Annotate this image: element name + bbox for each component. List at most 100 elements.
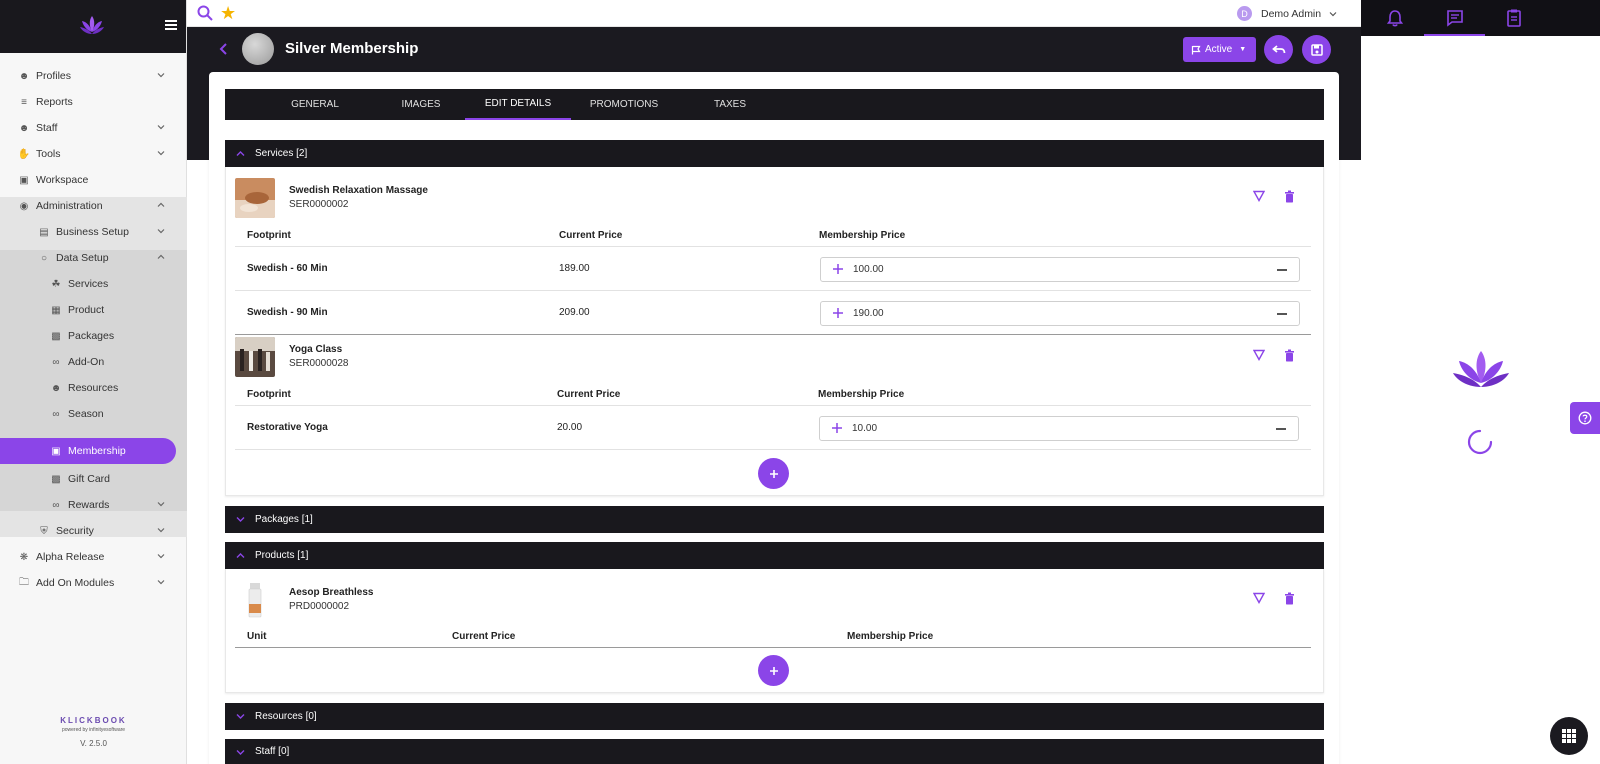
favorite-star-icon[interactable]: ★ [220, 4, 236, 22]
status-dropdown[interactable]: Active ▼ [1183, 37, 1256, 62]
season-icon: ∞ [52, 408, 60, 420]
chevron-up-icon [236, 151, 245, 156]
section-title: Packages [1] [255, 514, 313, 525]
plus-icon [769, 469, 778, 478]
hamburger-menu-icon[interactable] [165, 20, 177, 30]
save-button[interactable] [1302, 35, 1331, 64]
sidebar-item-profiles[interactable]: ☻ Profiles [0, 63, 187, 89]
membership-price-stepper[interactable]: 10.00 [819, 416, 1299, 441]
tab-promotions[interactable]: PROMOTIONS [571, 89, 677, 120]
membership-price-stepper[interactable]: 100.00 [820, 257, 1300, 282]
section-title: Products [1] [255, 550, 309, 561]
sidebar-item-add-on[interactable]: ∞ Add-On [0, 349, 187, 375]
tab-taxes[interactable]: TAXES [677, 89, 783, 120]
lotus-logo-icon [1453, 351, 1509, 387]
service-thumbnail [235, 337, 275, 377]
chevron-down-icon [157, 151, 165, 156]
help-button[interactable] [1570, 402, 1600, 434]
service-name: Swedish Relaxation Massage [289, 185, 428, 196]
sidebar-item-workspace[interactable]: ▣ Workspace [0, 167, 187, 193]
sidebar-item-tools[interactable]: ✋ Tools [0, 141, 187, 167]
sidebar-item-administration[interactable]: ◉ Administration [0, 193, 187, 219]
sidebar-item-business-setup[interactable]: ▤ Business Setup [0, 219, 187, 245]
flag-icon [1191, 45, 1201, 54]
app-grid-button[interactable] [1550, 717, 1588, 755]
filter-icon[interactable] [1253, 190, 1265, 202]
trash-icon[interactable] [1284, 190, 1295, 203]
minus-icon[interactable] [1277, 313, 1287, 315]
trash-icon[interactable] [1284, 592, 1295, 605]
service-code: SER0000002 [289, 199, 349, 210]
admin-icon: ◉ [19, 200, 29, 212]
filter-icon[interactable] [1253, 349, 1265, 361]
section-header-products[interactable]: Products [1] [225, 542, 1324, 569]
monitor-icon: ▣ [51, 445, 61, 457]
user-menu[interactable]: D Demo Admin [1237, 6, 1337, 21]
clipboard-icon[interactable] [1504, 8, 1524, 28]
folder-icon: 🗀 [19, 576, 29, 588]
chevron-down-icon [157, 73, 165, 78]
package-icon: ▩ [51, 330, 61, 342]
sidebar-item-gift-card[interactable]: ▩ Gift Card [0, 466, 187, 492]
undo-icon [1271, 44, 1285, 53]
minus-icon[interactable] [1277, 269, 1287, 271]
membership-price-stepper[interactable]: 190.00 [820, 301, 1300, 326]
bell-icon[interactable] [1385, 8, 1405, 28]
section-header-staff[interactable]: Staff [0] [225, 739, 1324, 764]
add-service-button[interactable] [758, 458, 789, 489]
filter-icon[interactable] [1253, 592, 1265, 604]
item-divider [235, 334, 1311, 335]
back-arrow-icon[interactable] [218, 42, 230, 56]
sidebar-item-membership[interactable]: ▣ Membership [0, 438, 187, 464]
column-header: Footprint [247, 230, 291, 241]
tab-general[interactable]: GENERAL [262, 89, 368, 120]
help-icon [1578, 411, 1592, 425]
sidebar-item-alpha-release[interactable]: ❋ Alpha Release [0, 544, 187, 570]
person-icon: ☻ [18, 70, 30, 82]
section-header-packages[interactable]: Packages [1] [225, 506, 1324, 533]
add-product-button[interactable] [758, 655, 789, 686]
rewards-icon: ∞ [52, 499, 60, 511]
trash-icon[interactable] [1284, 349, 1295, 362]
sidebar-item-services[interactable]: ☘ Services [0, 271, 187, 297]
sidebar-item-product[interactable]: ▦ Product [0, 297, 187, 323]
atom-icon: ❋ [19, 551, 29, 563]
search-icon[interactable] [197, 5, 213, 21]
membership-price-value[interactable]: 10.00 [852, 423, 877, 434]
sidebar-item-resources[interactable]: ☻ Resources [0, 375, 187, 401]
footprint-cell: Swedish - 90 Min [247, 307, 328, 318]
plus-icon[interactable] [832, 307, 844, 319]
sidebar-footer: KLICKBOOK powered by infinityesoftware V… [0, 716, 187, 748]
service-name: Yoga Class [289, 344, 343, 355]
sidebar-item-season[interactable]: ∞ Season [0, 401, 187, 427]
chevron-down-icon [157, 554, 165, 559]
save-icon [1310, 43, 1323, 56]
shield-icon: ⛨ [40, 525, 48, 537]
section-header-resources[interactable]: Resources [0] [225, 703, 1324, 730]
bank-icon: ▤ [39, 226, 49, 238]
sidebar-item-security[interactable]: ⛨ Security [0, 518, 187, 544]
minus-icon[interactable] [1276, 428, 1286, 430]
service-thumbnail [235, 178, 275, 218]
section-title: Services [2] [255, 148, 308, 159]
chat-icon[interactable] [1445, 8, 1465, 28]
column-header: Footprint [247, 389, 291, 400]
sidebar-item-staff[interactable]: ☻ Staff [0, 115, 187, 141]
people-icon: ☻ [18, 122, 30, 134]
lotus-logo-icon [80, 16, 104, 34]
sidebar-item-data-setup[interactable]: ○ Data Setup [0, 245, 187, 271]
undo-button[interactable] [1264, 35, 1293, 64]
membership-price-value[interactable]: 190.00 [853, 308, 884, 319]
tab-images[interactable]: IMAGES [368, 89, 474, 120]
sidebar-item-rewards[interactable]: ∞ Rewards [0, 492, 187, 518]
sidebar-item-add-on-modules[interactable]: 🗀 Add On Modules [0, 570, 187, 596]
current-price-cell: 20.00 [557, 422, 583, 433]
section-header-services[interactable]: Services [2] [225, 140, 1324, 167]
powered-by: powered by infinityesoftware [61, 727, 126, 733]
tab-edit-details[interactable]: EDIT DETAILS [465, 89, 571, 120]
sidebar-item-packages[interactable]: ▩ Packages [0, 323, 187, 349]
plus-icon[interactable] [832, 263, 844, 275]
plus-icon[interactable] [831, 422, 843, 434]
membership-price-value[interactable]: 100.00 [853, 264, 884, 275]
sidebar-item-reports[interactable]: ≡ Reports [0, 89, 187, 115]
